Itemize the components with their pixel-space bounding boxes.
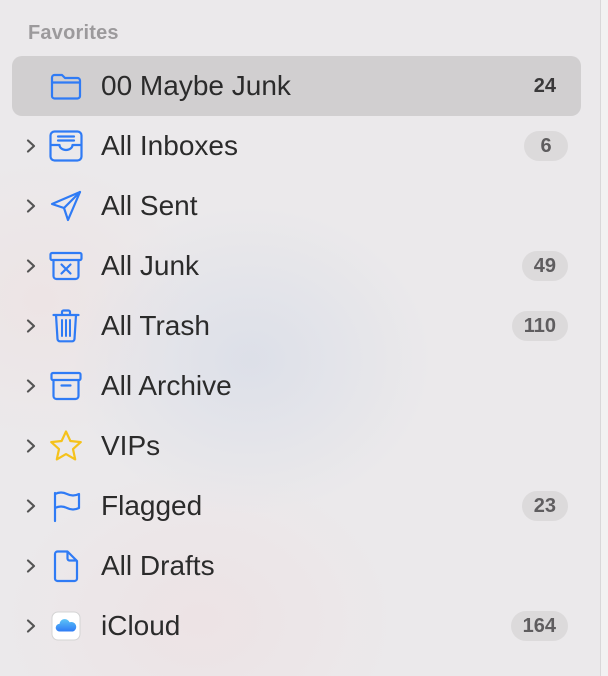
- sidebar-item-label: All Inboxes: [101, 130, 238, 161]
- sidebar-item-label: VIPs: [101, 430, 161, 461]
- chevron-right-icon[interactable]: [22, 557, 40, 575]
- unread-count-badge: 110: [511, 311, 568, 341]
- sidebar-divider[interactable]: [600, 0, 608, 676]
- sidebar-item-label: Flagged: [101, 490, 203, 521]
- sidebar-item-label: All Drafts: [101, 550, 215, 581]
- inbox-tray-icon: [46, 128, 86, 164]
- star-icon: [46, 428, 86, 464]
- unread-count-badge: 6: [524, 131, 568, 161]
- folder-icon: [46, 68, 86, 104]
- chevron-right-icon[interactable]: [22, 257, 40, 275]
- sidebar-item-maybe-junk[interactable]: 00 Maybe Junk 24: [12, 56, 581, 116]
- icloud-icon: [46, 608, 86, 644]
- flag-icon: [46, 488, 86, 524]
- junk-bin-icon: [46, 248, 86, 284]
- document-icon: [46, 548, 86, 584]
- chevron-right-icon[interactable]: [22, 137, 40, 155]
- chevron-right-icon[interactable]: [22, 437, 40, 455]
- unread-count-badge: 164: [510, 611, 568, 641]
- chevron-right-icon[interactable]: [22, 377, 40, 395]
- chevron-right-icon[interactable]: [22, 497, 40, 515]
- archive-box-icon: [46, 368, 86, 404]
- sidebar-item-label: All Trash: [101, 310, 210, 341]
- trash-icon: [46, 308, 86, 344]
- unread-count-badge: 24: [533, 75, 556, 97]
- sidebar-item-all-archive[interactable]: All Archive: [12, 356, 581, 416]
- sidebar-item-all-trash[interactable]: All Trash 110: [12, 296, 581, 356]
- sidebar-item-flagged[interactable]: Flagged 23: [12, 476, 581, 536]
- sidebar-item-label: iCloud: [101, 610, 181, 641]
- sidebar-item-icloud[interactable]: iCloud 164: [12, 596, 581, 656]
- chevron-right-icon[interactable]: [22, 317, 40, 335]
- sidebar-item-all-junk[interactable]: All Junk 49: [12, 236, 581, 296]
- sidebar-item-label: All Sent: [101, 190, 198, 221]
- sidebar-item-all-sent[interactable]: All Sent: [12, 176, 581, 236]
- unread-count-badge: 49: [521, 251, 568, 281]
- paper-plane-icon: [46, 188, 86, 224]
- sidebar-item-all-inboxes[interactable]: All Inboxes 6: [12, 116, 581, 176]
- favorites-section-header[interactable]: Favorites: [28, 22, 119, 45]
- mailbox-sidebar: Favorites 00 Maybe Junk 24 All Inboxes 6: [0, 0, 600, 676]
- sidebar-item-vips[interactable]: VIPs: [12, 416, 581, 476]
- sidebar-item-label: All Junk: [101, 250, 200, 281]
- sidebar-item-all-drafts[interactable]: All Drafts: [12, 536, 581, 596]
- chevron-right-icon[interactable]: [22, 617, 40, 635]
- sidebar-item-label: 00 Maybe Junk: [101, 70, 291, 101]
- unread-count-badge: 23: [521, 491, 568, 521]
- sidebar-item-label: All Archive: [101, 370, 232, 401]
- chevron-right-icon[interactable]: [22, 197, 40, 215]
